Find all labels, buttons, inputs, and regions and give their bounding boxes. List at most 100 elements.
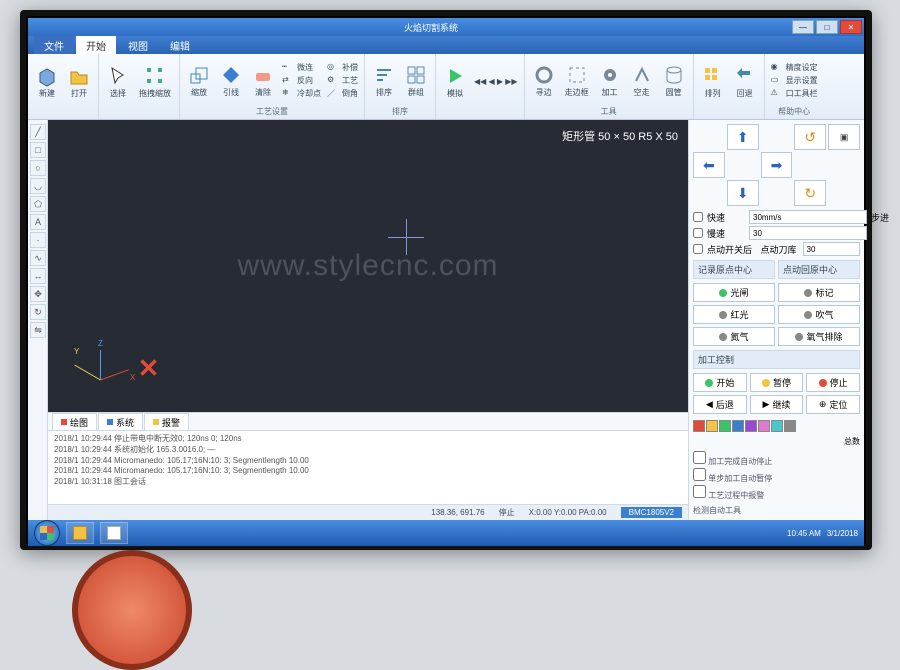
jog-tool-input[interactable]	[803, 242, 861, 256]
tool-dim[interactable]: ↔	[30, 268, 46, 284]
tool-rect[interactable]: □	[30, 142, 46, 158]
ribbon-open-button[interactable]: 打开	[66, 64, 92, 100]
tool-poly[interactable]: ⬠	[30, 196, 46, 212]
tool-circle[interactable]: ○	[30, 160, 46, 176]
follow-on-button[interactable]: 氮气	[693, 327, 775, 346]
ribbon-back-button[interactable]: 寻边	[531, 63, 557, 99]
canvas-viewport[interactable]: 矩形管 50 × 50 R5 X 50 ✕ Z X Y www.stylecnc…	[48, 120, 688, 412]
menu-tab-view[interactable]: 视图	[118, 36, 158, 54]
maximize-button[interactable]: □	[816, 20, 838, 34]
canvas-tab-system[interactable]: 系统	[98, 413, 143, 430]
ribbon-tube-button[interactable]: 圆管	[661, 63, 687, 99]
ribbon-lead-button[interactable]: 引线	[218, 63, 244, 99]
cube-icon	[36, 65, 58, 87]
slow-speed-input[interactable]	[749, 226, 867, 240]
mark-button[interactable]: 标记	[778, 283, 860, 302]
slow-speed-checkbox[interactable]	[693, 228, 703, 238]
taskbar-app-button[interactable]	[66, 522, 94, 544]
jog-after-checkbox[interactable]	[693, 244, 703, 254]
ribbon-grid-button[interactable]: 群组	[403, 63, 429, 99]
check-stepPause[interactable]: 单步加工自动暂停	[693, 468, 860, 484]
ribbon-scale-button[interactable]: 缩放	[186, 63, 212, 99]
jog-x-minus-button[interactable]: ⬅	[693, 152, 725, 178]
tool-arc[interactable]: ◡	[30, 178, 46, 194]
jog-rot-ccw-button[interactable]: ↺	[794, 124, 826, 150]
jog-rot-cw-button[interactable]: ↻	[794, 180, 826, 206]
ribbon-group-layer-label	[700, 107, 758, 117]
follow-off-button[interactable]: 氧气排除	[778, 327, 860, 346]
ribbon-reverse-item[interactable]: ⇄反向	[282, 75, 321, 87]
ribbon-arrange-button[interactable]: 排列	[700, 64, 726, 100]
ribbon-process-button[interactable]: 加工	[597, 63, 623, 99]
close-button[interactable]: ✕	[840, 20, 862, 34]
jog-y-plus-button[interactable]: ⬆	[727, 124, 759, 150]
stop-button[interactable]: 停止	[806, 373, 860, 392]
start-button[interactable]	[34, 520, 60, 546]
tool-move[interactable]: ✥	[30, 286, 46, 302]
canvas-tab-draw[interactable]: 绘图	[52, 413, 97, 430]
warn-icon: ⚠	[771, 88, 783, 100]
ribbon-sim-button[interactable]: 模拟	[442, 64, 468, 100]
layer-swatch[interactable]	[758, 420, 770, 432]
ribbon-new-button[interactable]: 新建	[34, 64, 60, 100]
jog-x-plus-button[interactable]: ➡	[761, 152, 793, 178]
start-button[interactable]: 开始	[693, 373, 747, 392]
forward-button[interactable]: ▶继续	[750, 395, 804, 414]
layer-swatch[interactable]	[745, 420, 757, 432]
ribbon-group-file-label	[34, 107, 92, 117]
ribbon-display-item[interactable]: ▭显示设置	[771, 75, 818, 87]
tray-time: 10:45 AM	[787, 529, 821, 538]
tool-mirror[interactable]: ⇋	[30, 322, 46, 338]
ribbon-error-item[interactable]: ⚠口工具栏	[771, 88, 818, 100]
ribbon-craft-item2[interactable]: ⚙工艺	[327, 75, 358, 87]
layer-swatch[interactable]	[771, 420, 783, 432]
fast-speed-input[interactable]	[749, 210, 867, 224]
tool-line[interactable]: ╱	[30, 124, 46, 140]
tool-rotate[interactable]: ↻	[30, 304, 46, 320]
ribbon-sim-controls[interactable]: ◀◀ ◀ ▶ ▶▶	[474, 77, 518, 86]
ribbon-craft-item3[interactable]: ／倒角	[327, 88, 358, 100]
layer-swatch[interactable]	[732, 420, 744, 432]
prev-icon: ◀	[706, 399, 713, 410]
layer-swatch[interactable]	[719, 420, 731, 432]
ribbon-dryrun-button[interactable]: 空走	[629, 63, 655, 99]
play-icon	[444, 65, 466, 87]
locate-button[interactable]: ⊕定位	[806, 395, 860, 414]
menu-tab-main[interactable]: 开始	[76, 36, 116, 54]
tool-curve[interactable]: ∿	[30, 250, 46, 266]
ribbon-return-button[interactable]: 回退	[732, 64, 758, 100]
canvas-tab-alarm[interactable]: 报警	[144, 413, 189, 430]
windows-taskbar: 10:45 AM 3/1/2018	[28, 520, 864, 546]
ribbon-cooling-item[interactable]: ❄冷却点	[282, 88, 321, 100]
jog-home-button[interactable]: ▣	[828, 124, 860, 150]
tool-text[interactable]: A	[30, 214, 46, 230]
check-autostop[interactable]: 加工完成自动停止	[693, 451, 860, 467]
system-tray[interactable]: 10:45 AM 3/1/2018	[787, 529, 858, 538]
ribbon-sort-button[interactable]: 排序	[371, 63, 397, 99]
tool-point[interactable]: ·	[30, 232, 46, 248]
jog-y-minus-button[interactable]: ⬇	[727, 180, 759, 206]
ribbon-frame-button[interactable]: 走边框	[563, 63, 591, 99]
ribbon-compensate-item[interactable]: ◎补偿	[327, 62, 358, 74]
layer-swatch[interactable]	[693, 420, 705, 432]
watermark-text: www.stylecnc.com	[237, 249, 498, 283]
ribbon-pan-button[interactable]: 拖拽缩放	[137, 64, 173, 100]
ribbon-precision-item[interactable]: ◉精度设定	[771, 62, 818, 74]
layer-swatch[interactable]	[706, 420, 718, 432]
shutter-button[interactable]: 光闸	[693, 283, 775, 302]
ribbon-clear-button[interactable]: 清除	[250, 63, 276, 99]
layer-swatch[interactable]	[784, 420, 796, 432]
jog-tool-label: 点动刀库	[761, 243, 799, 256]
menu-tab-edit[interactable]: 编辑	[160, 36, 200, 54]
redlight-button[interactable]: 红光	[693, 305, 775, 324]
fast-speed-checkbox[interactable]	[693, 212, 703, 222]
pause-button[interactable]: 暂停	[750, 373, 804, 392]
minimize-button[interactable]: —	[792, 20, 814, 34]
ribbon-select-button[interactable]: 选择	[105, 64, 131, 100]
taskbar-app-button[interactable]	[100, 522, 128, 544]
ribbon-tinygap-item[interactable]: ┅微连	[282, 62, 321, 74]
check-alarm[interactable]: 工艺过程中报警	[693, 485, 860, 501]
menu-file[interactable]: 文件	[34, 36, 74, 54]
gas-button[interactable]: 吹气	[778, 305, 860, 324]
back-button[interactable]: ◀后退	[693, 395, 747, 414]
